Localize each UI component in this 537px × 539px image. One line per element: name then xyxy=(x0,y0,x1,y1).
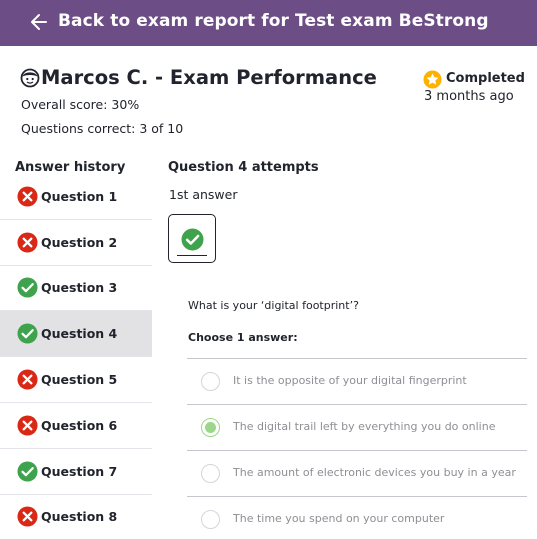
star-icon xyxy=(423,70,442,89)
answer-option[interactable]: The amount of electronic devices you buy… xyxy=(187,451,527,497)
x-circle-icon xyxy=(17,415,38,436)
status-timestamp: 3 months ago xyxy=(424,89,514,104)
top-bar: Back to exam report for Test exam BeStro… xyxy=(0,0,537,46)
sidebar-item-question-3[interactable]: Question 3 xyxy=(0,266,152,312)
answer-option-label: The amount of electronic devices you buy… xyxy=(233,466,516,479)
sidebar-item-question-1[interactable]: Question 1 xyxy=(0,174,152,220)
sidebar-item-label: Question 4 xyxy=(41,326,118,342)
status-badge: Completed xyxy=(446,71,525,86)
questions-correct: Questions correct: 3 of 10 xyxy=(21,121,184,136)
sidebar-item-label: Question 5 xyxy=(41,372,118,388)
answer-history-list: Question 1 Question 2 Question 3 Questio… xyxy=(0,174,152,539)
sidebar-item-label: Question 2 xyxy=(41,234,118,250)
answer-label: 1st answer xyxy=(169,187,238,202)
sidebar-item-label: Question 1 xyxy=(41,188,118,204)
x-circle-icon xyxy=(17,186,38,207)
x-circle-icon xyxy=(17,506,38,527)
attempts-title: Question 4 attempts xyxy=(168,160,319,175)
answer-option[interactable]: It is the opposite of your digital finge… xyxy=(187,359,527,405)
radio-button[interactable] xyxy=(201,372,220,391)
check-circle-icon xyxy=(17,277,38,299)
sidebar-item-label: Question 3 xyxy=(41,280,118,296)
answer-option-label: The digital trail left by everything you… xyxy=(233,420,496,433)
answer-option-label: The time you spend on your computer xyxy=(233,512,445,525)
selected-underline xyxy=(177,255,207,256)
sidebar-item-label: Question 6 xyxy=(41,417,118,433)
page-title: Marcos C. - Exam Performance xyxy=(41,66,377,89)
answer-history-title: Answer history xyxy=(15,160,126,175)
check-circle-icon xyxy=(17,323,38,344)
radio-button[interactable] xyxy=(201,510,220,529)
sidebar-item-question-2[interactable]: Question 2 xyxy=(0,220,152,266)
answer-option-label: It is the opposite of your digital finge… xyxy=(233,374,467,387)
choose-label: Choose 1 answer: xyxy=(188,331,298,344)
radio-button[interactable] xyxy=(201,464,220,483)
question-text: What is your ‘digital footprint’? xyxy=(188,299,359,312)
sidebar-item-label: Question 7 xyxy=(41,463,118,479)
sidebar-item-question-8[interactable]: Question 8 xyxy=(0,495,152,539)
answer-attempt-button[interactable] xyxy=(168,214,216,263)
sidebar-item-question-4[interactable]: Question 4 xyxy=(0,311,152,358)
sidebar-item-question-7[interactable]: Question 7 xyxy=(0,449,152,495)
answer-option[interactable]: The time you spend on your computer xyxy=(187,497,527,539)
check-circle-icon xyxy=(181,228,204,251)
radio-button-selected[interactable] xyxy=(201,418,220,437)
check-circle-icon xyxy=(17,461,38,482)
overall-score: Overall score: 30% xyxy=(21,97,140,112)
answer-option[interactable]: The digital trail left by everything you… xyxy=(187,405,527,451)
avatar-icon xyxy=(20,68,40,88)
arrow-left-icon[interactable] xyxy=(30,12,48,32)
answer-options: It is the opposite of your digital finge… xyxy=(187,358,527,539)
sidebar-item-question-5[interactable]: Question 5 xyxy=(0,357,152,403)
x-circle-icon xyxy=(17,232,38,253)
back-link[interactable]: Back to exam report for Test exam BeStro… xyxy=(58,11,489,31)
sidebar-item-label: Question 8 xyxy=(41,509,118,525)
sidebar-item-question-6[interactable]: Question 6 xyxy=(0,403,152,449)
x-circle-icon xyxy=(17,369,38,390)
